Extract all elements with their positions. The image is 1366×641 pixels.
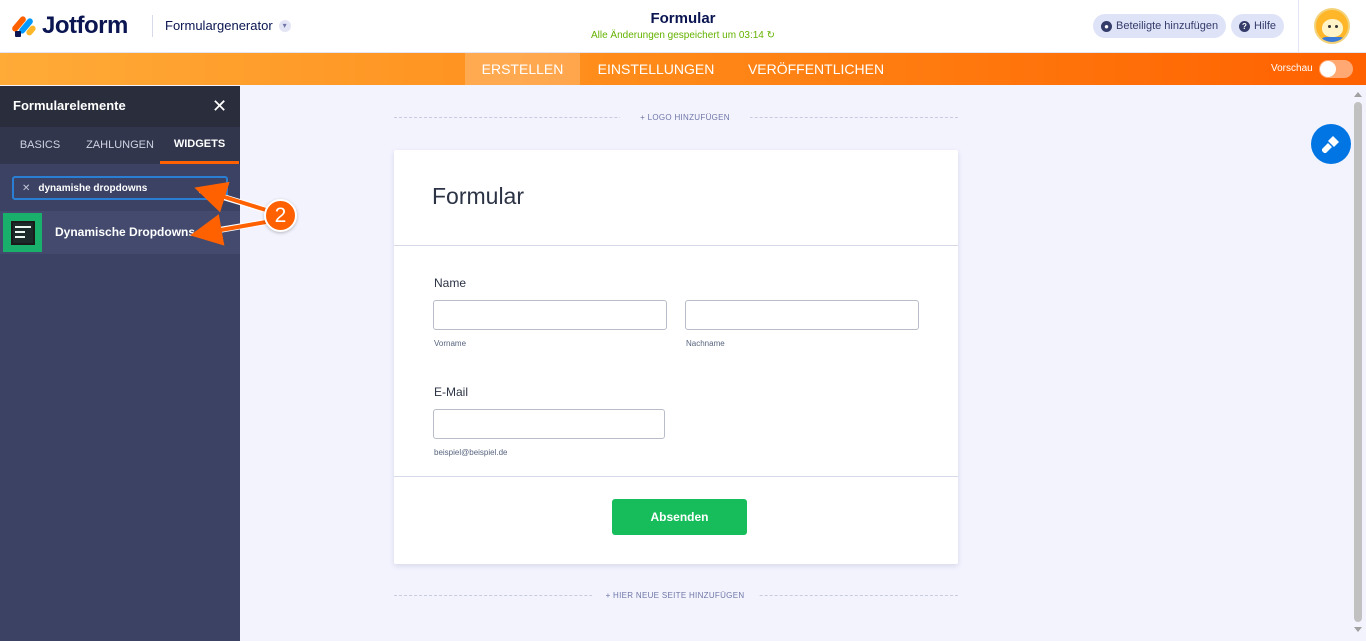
widget-item-label: Dynamische Dropdowns xyxy=(55,225,196,239)
dropdown-widget-icon xyxy=(3,213,42,252)
email-label: E-Mail xyxy=(434,385,469,399)
add-collaborators-label: Beteiligte hinzufügen xyxy=(1116,20,1219,32)
submit-divider xyxy=(394,476,958,477)
panel-header: Formularelemente ✕ xyxy=(0,86,240,127)
tab-publish[interactable]: VERÖFFENTLICHEN xyxy=(742,53,890,85)
step-badge: 2 xyxy=(264,199,297,232)
help-button[interactable]: ? Hilfe xyxy=(1231,14,1285,38)
avatar[interactable] xyxy=(1314,8,1350,44)
panel-title: Formularelemente xyxy=(13,98,126,113)
header-divider xyxy=(152,15,153,37)
canvas-scrollbar[interactable] xyxy=(1351,86,1366,641)
user-icon: ● xyxy=(1101,20,1112,32)
form-heading[interactable]: Formular xyxy=(432,183,524,210)
scroll-up-icon[interactable] xyxy=(1354,92,1362,97)
form-title[interactable]: Formular xyxy=(583,10,783,27)
jotform-logo[interactable]: Jotform xyxy=(10,12,128,40)
save-status: Alle Änderungen gespeichert um 03:14 ↻ xyxy=(553,30,813,41)
preview-toggle[interactable] xyxy=(1319,60,1353,78)
tab-create[interactable]: ERSTELLEN xyxy=(465,53,580,85)
top-header: Jotform Formulargenerator ▾ Formular All… xyxy=(0,0,1366,53)
form-designer-button[interactable] xyxy=(1311,124,1351,164)
first-name-input[interactable] xyxy=(433,300,667,330)
logo-text: Jotform xyxy=(42,12,128,39)
builder-dropdown[interactable]: Formulargenerator ▾ xyxy=(165,18,291,33)
builder-navbar: ERSTELLEN EINSTELLUNGEN VERÖFFENTLICHEN … xyxy=(0,53,1366,85)
heading-divider xyxy=(394,245,958,246)
form-card: Formular Name Vorname Nachname E-Mail be… xyxy=(394,150,958,564)
tab-payments[interactable]: ZAHLUNGEN xyxy=(80,127,160,164)
refresh-icon: ↻ xyxy=(766,30,776,41)
help-label: Hilfe xyxy=(1254,20,1277,32)
email-input[interactable] xyxy=(433,409,665,439)
scroll-down-icon[interactable] xyxy=(1354,627,1362,632)
add-collaborators-button[interactable]: ● Beteiligte hinzufügen xyxy=(1093,14,1227,38)
tab-basics[interactable]: BASICS xyxy=(10,127,70,164)
toggle-knob xyxy=(1320,61,1336,77)
jotform-logo-icon xyxy=(10,14,37,38)
first-name-sublabel: Vorname xyxy=(434,339,467,348)
add-page-button[interactable]: + HIER NEUE SEITE HINZUFÜGEN xyxy=(592,591,758,600)
tab-settings[interactable]: EINSTELLUNGEN xyxy=(590,53,722,85)
email-sublabel: beispiel@beispiel.de xyxy=(434,448,508,457)
widget-item-dynamic-dropdowns[interactable]: Dynamische Dropdowns xyxy=(0,211,240,254)
close-icon[interactable]: ✕ xyxy=(212,96,227,117)
widget-search: ✕ xyxy=(12,176,228,200)
save-status-text: Alle Änderungen gespeichert um 03:14 xyxy=(590,30,764,41)
preview-label: Vorschau xyxy=(1271,63,1313,74)
scroll-thumb[interactable] xyxy=(1354,102,1362,622)
paint-roller-icon xyxy=(1322,136,1339,153)
panel-tabs: BASICS ZAHLUNGEN WIDGETS xyxy=(0,127,240,164)
clear-search-icon[interactable]: ✕ xyxy=(22,183,30,194)
last-name-sublabel: Nachname xyxy=(686,339,725,348)
name-label: Name xyxy=(434,276,467,290)
add-logo-button[interactable]: + LOGO HINZUFÜGEN xyxy=(620,113,750,122)
avatar-divider xyxy=(1298,0,1299,53)
submit-button[interactable]: Absenden xyxy=(612,499,747,535)
widget-search-input[interactable] xyxy=(38,182,209,194)
last-name-input[interactable] xyxy=(685,300,919,330)
builder-dropdown-label: Formulargenerator xyxy=(165,18,273,33)
form-elements-panel: Formularelemente ✕ BASICS ZAHLUNGEN WIDG… xyxy=(0,86,240,641)
tab-widgets[interactable]: WIDGETS xyxy=(160,127,239,164)
help-icon: ? xyxy=(1239,20,1250,32)
chevron-down-icon: ▾ xyxy=(278,19,291,32)
